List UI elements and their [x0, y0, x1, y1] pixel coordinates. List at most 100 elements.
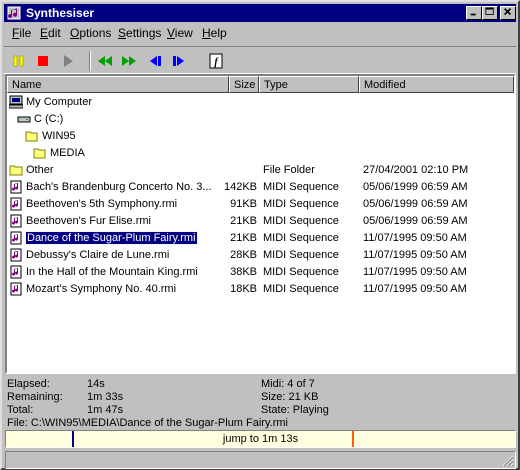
tree-label: C (C:): [34, 113, 64, 125]
file-name: Mozart's Symphony No. 40.rmi: [26, 283, 177, 295]
file-row[interactable]: Beethoven's Fur Elise.rmi 21KB MIDI Sequen…: [7, 213, 514, 230]
minimize-button[interactable]: [466, 6, 482, 20]
toolbar-separator: [89, 51, 91, 71]
tree-item-media[interactable]: MEDIA: [7, 145, 514, 162]
column-type[interactable]: Type: [259, 76, 359, 93]
file-size: 91KB: [230, 198, 257, 210]
file-row[interactable]: Bach's Brandenburg Concerto No. 3... 142K…: [7, 179, 514, 196]
remaining-label: Remaining:: [7, 391, 63, 403]
elapsed-value: 14s: [87, 378, 105, 390]
file-row[interactable]: Dance of the Sugar-Plum Fairy.rmi 21KB MID…: [7, 230, 514, 247]
app-icon[interactable]: [7, 6, 21, 20]
file-modified: 11/07/1995 09:50 AM: [363, 266, 467, 278]
maximize-button[interactable]: [482, 6, 498, 20]
file-name: Other: [26, 164, 54, 176]
file-type: MIDI Sequence: [263, 215, 339, 227]
midi-file-icon: [9, 282, 23, 296]
play-icon[interactable]: [59, 52, 77, 70]
file-size: Size: 21 KB: [261, 391, 319, 403]
file-path: File: C:\WIN95\MEDIA\Dance of the Sugar-…: [7, 417, 288, 429]
file-size: 38KB: [230, 266, 257, 278]
menu-edit[interactable]: Edit: [40, 26, 61, 40]
menu-help[interactable]: Help: [202, 26, 227, 40]
file-size: 21KB: [230, 215, 257, 227]
file-row[interactable]: In the Hall of the Mountain King.rmi 38KB…: [7, 264, 514, 281]
file-modified: 27/04/2001 02:10 PM: [363, 164, 469, 176]
midi-file-icon: [9, 231, 23, 245]
file-size: 142KB: [223, 181, 257, 193]
file-row[interactable]: Mozart's Symphony No. 40.rmi 18KB MIDI Seq…: [7, 281, 514, 298]
file-name: Dance of the Sugar-Plum Fairy.rmi: [25, 231, 198, 245]
synthesiser-window: Synthesiser File Edit Options Settings V…: [0, 0, 520, 470]
open-folder-icon: [33, 146, 47, 160]
elapsed-label: Elapsed:: [7, 378, 50, 390]
file-type: MIDI Sequence: [263, 232, 339, 244]
menu-file[interactable]: File: [12, 26, 31, 40]
open-folder-icon: [25, 129, 39, 143]
folder-icon: [9, 163, 23, 177]
tree-label: MEDIA: [50, 147, 85, 159]
file-row[interactable]: Debussy's Claire de Lune.rmi 28KB MIDI Seq…: [7, 247, 514, 264]
file-name: Bach's Brandenburg Concerto No. 3...: [26, 181, 212, 193]
midi-file-icon: [9, 265, 23, 279]
tree-label: My Computer: [26, 96, 93, 108]
previous-track-icon[interactable]: [146, 52, 164, 70]
file-modified: 11/07/1995 09:50 AM: [363, 232, 467, 244]
file-size: 21KB: [230, 232, 257, 244]
file-name: Beethoven's Fur Elise.rmi: [26, 215, 151, 227]
resize-grip-icon[interactable]: [502, 455, 514, 467]
jump-label: jump to 1m 13s: [222, 433, 299, 445]
column-size[interactable]: Size: [229, 76, 259, 93]
drive-icon: [17, 112, 31, 126]
midi-count: Midi: 4 of 7: [261, 378, 315, 390]
file-list-view[interactable]: Name Size Type Modified My Computer C (C…: [5, 74, 516, 374]
file-modified: 05/06/1999 06:59 AM: [363, 198, 468, 210]
status-panel: Elapsed: 14s Remaining: 1m 33s Total: 1m…: [5, 376, 516, 432]
tree-item-drive-c[interactable]: C (C:): [7, 111, 514, 128]
file-name: Beethoven's 5th Symphony.rmi: [26, 198, 178, 210]
midi-file-icon: [9, 197, 23, 211]
file-size: 28KB: [230, 249, 257, 261]
rewind-icon[interactable]: [96, 52, 114, 70]
play-state: State: Playing: [261, 404, 329, 416]
jump-position-bar[interactable]: jump to 1m 13s: [5, 430, 516, 448]
column-header: Name Size Type Modified: [7, 76, 514, 93]
file-name: Debussy's Claire de Lune.rmi: [26, 249, 170, 261]
file-type: MIDI Sequence: [263, 283, 339, 295]
column-modified[interactable]: Modified: [359, 76, 514, 93]
tree-label: WIN95: [42, 130, 76, 142]
file-type: MIDI Sequence: [263, 198, 339, 210]
menu-settings[interactable]: Settings: [118, 26, 161, 40]
file-row[interactable]: Other File Folder 27/04/2001 02:10 PM: [7, 162, 514, 179]
remaining-value: 1m 33s: [87, 391, 124, 403]
file-type: MIDI Sequence: [263, 249, 339, 261]
column-name[interactable]: Name: [7, 76, 229, 93]
menu-view[interactable]: View: [167, 26, 193, 40]
file-type: File Folder: [263, 164, 315, 176]
file-type: MIDI Sequence: [263, 266, 339, 278]
stop-icon[interactable]: [34, 52, 52, 70]
fast-forward-icon[interactable]: [120, 52, 138, 70]
info-icon[interactable]: f: [207, 52, 225, 70]
midi-file-icon: [9, 248, 23, 262]
file-size: 18KB: [230, 283, 257, 295]
pause-icon[interactable]: [10, 52, 28, 70]
total-label: Total:: [7, 404, 34, 416]
toolbar: f: [4, 46, 516, 74]
file-modified: 11/07/1995 09:50 AM: [363, 249, 467, 261]
file-row[interactable]: Beethoven's 5th Symphony.rmi 91KB MIDI Seq…: [7, 196, 514, 213]
tree-item-win95[interactable]: WIN95: [7, 128, 514, 145]
midi-file-icon: [9, 214, 23, 228]
file-modified: 05/06/1999 06:59 AM: [363, 215, 468, 227]
file-modified: 11/07/1995 09:50 AM: [363, 283, 467, 295]
close-button[interactable]: [500, 6, 516, 20]
next-track-icon[interactable]: [170, 52, 188, 70]
file-name: In the Hall of the Mountain King.rmi: [26, 266, 198, 278]
title-bar[interactable]: Synthesiser: [4, 4, 516, 22]
file-modified: 05/06/1999 06:59 AM: [363, 181, 468, 193]
file-type: MIDI Sequence: [263, 181, 339, 193]
tree-item-my-computer[interactable]: My Computer: [7, 94, 514, 111]
menu-bar: File Edit Options Settings View Help: [4, 23, 516, 43]
window-title: Synthesiser: [26, 6, 95, 20]
menu-options[interactable]: Options: [70, 26, 111, 40]
